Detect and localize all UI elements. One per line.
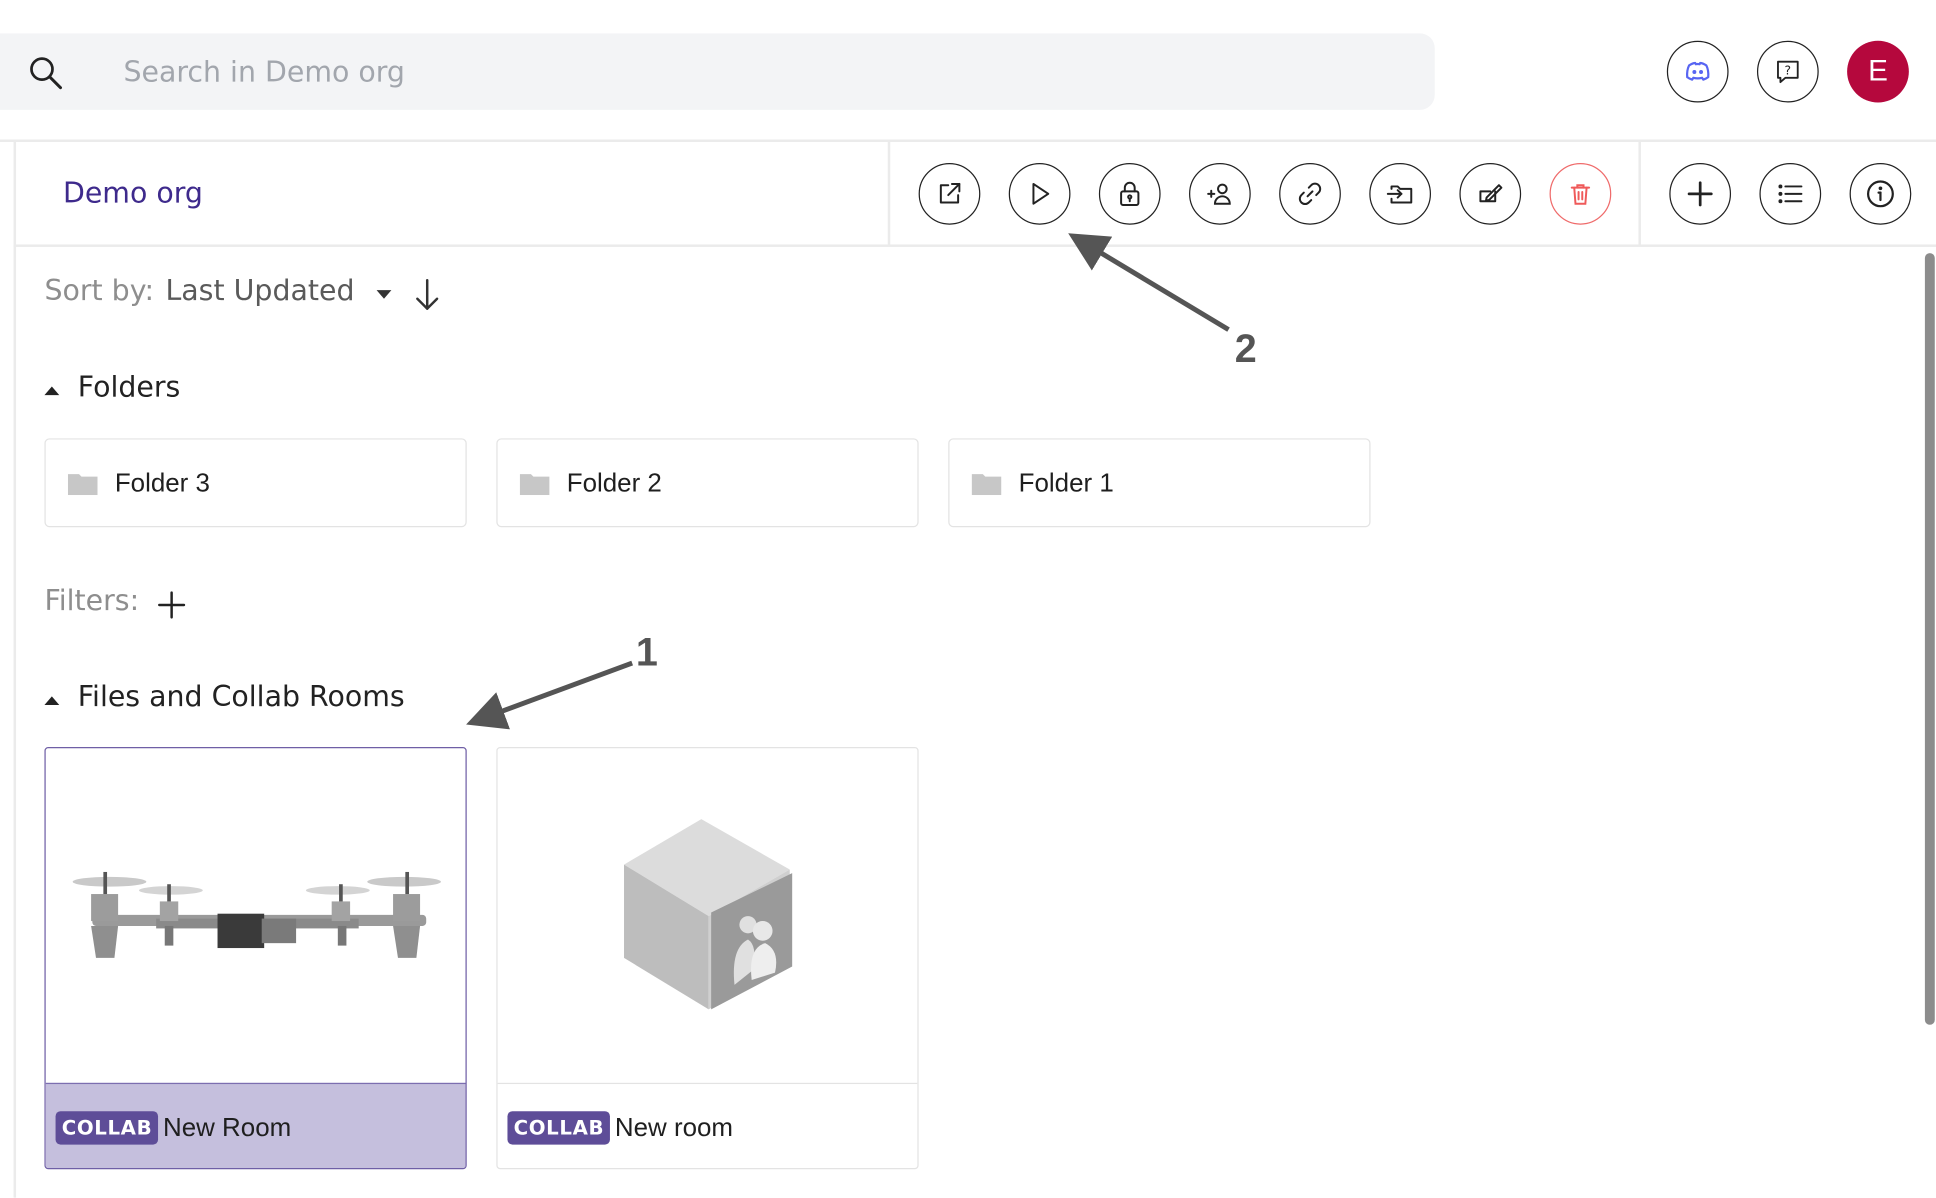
annotation-arrow-2 (1068, 233, 1230, 332)
list-view-icon (1778, 184, 1803, 204)
info-button[interactable] (1849, 162, 1912, 225)
add-user-icon (1207, 183, 1231, 205)
search-icon (30, 57, 62, 90)
files-collapse-icon[interactable] (44, 696, 60, 706)
folder-name: Folder 3 (114, 469, 210, 498)
sort-dropdown-caret-icon[interactable] (376, 290, 392, 299)
move-to-folder-button[interactable] (1369, 162, 1432, 225)
folder-card[interactable]: Folder 1 (948, 438, 1371, 528)
create-new-button[interactable] (1669, 162, 1732, 225)
folder-name: Folder 1 (1018, 469, 1114, 498)
toolbar-divider-left (887, 141, 891, 246)
annotation-label-1: 1 (635, 629, 658, 675)
header-divider (0, 139, 1936, 142)
search-bar[interactable] (0, 33, 1435, 110)
user-avatar[interactable]: E (1847, 40, 1909, 103)
sort-direction-icon[interactable] (412, 278, 442, 313)
folders-section-title[interactable]: Folders (78, 372, 181, 404)
folder-icon (519, 474, 550, 496)
collab-room-card[interactable]: COLLAB New room (496, 746, 919, 1170)
open-external-icon (939, 182, 961, 204)
help-icon: ? (1777, 60, 1799, 84)
sort-select-value[interactable]: Last Updated (165, 275, 354, 307)
collab-badge: COLLAB (507, 1111, 611, 1145)
play-button[interactable] (1008, 162, 1071, 225)
left-border (13, 141, 17, 1198)
room-name: New room (614, 1113, 734, 1143)
lock-icon (1120, 181, 1140, 206)
share-link-button[interactable] (1279, 162, 1341, 225)
folder-icon (971, 474, 1002, 496)
filters-label: Filters: (44, 585, 140, 618)
drone-thumbnail (72, 871, 441, 958)
folder-card[interactable]: Folder 2 (496, 438, 919, 528)
help-button[interactable]: ? (1756, 40, 1819, 103)
svg-text:?: ? (1785, 64, 1792, 78)
discord-button[interactable] (1666, 40, 1729, 103)
move-to-folder-icon (1386, 185, 1413, 204)
annotation-label-2: 2 (1234, 325, 1257, 371)
folder-name: Folder 2 (566, 469, 662, 498)
card-footer: COLLAB New Room (45, 1082, 466, 1169)
trash-icon (1570, 184, 1591, 205)
link-icon (1298, 182, 1322, 205)
breadcrumb-org[interactable]: Demo org (63, 178, 203, 210)
search-input[interactable] (121, 48, 1361, 98)
sign-icon (1479, 184, 1503, 203)
collab-cube-thumbnail (624, 819, 793, 1010)
avatar-letter: E (1868, 54, 1888, 88)
scrollbar-thumb[interactable] (1924, 253, 1935, 1025)
files-section-title[interactable]: Files and Collab Rooms (78, 682, 405, 714)
plus-icon (1687, 181, 1713, 207)
open-external-button[interactable] (918, 162, 981, 225)
play-icon (1032, 182, 1050, 205)
delete-button[interactable] (1549, 162, 1612, 225)
folder-card[interactable]: Folder 3 (44, 438, 467, 528)
card-footer: COLLAB New room (497, 1082, 918, 1168)
toolbar-divider-right (1638, 141, 1641, 246)
add-user-button[interactable] (1189, 162, 1251, 225)
collab-badge: COLLAB (55, 1111, 159, 1145)
toolbar-bottom-divider (13, 244, 1936, 247)
lock-button[interactable] (1098, 162, 1161, 225)
discord-icon (1685, 61, 1710, 81)
folder-icon (67, 474, 98, 496)
add-filter-icon[interactable] (157, 590, 187, 620)
collab-room-card[interactable]: COLLAB New Room (44, 746, 467, 1170)
info-icon (1866, 180, 1894, 208)
sort-label: Sort by: (44, 275, 155, 308)
sign-button[interactable] (1459, 162, 1522, 225)
list-view-button[interactable] (1759, 162, 1822, 225)
room-name: New Room (162, 1113, 292, 1143)
folders-collapse-icon[interactable] (44, 386, 60, 396)
annotation-arrow-1 (466, 660, 634, 730)
